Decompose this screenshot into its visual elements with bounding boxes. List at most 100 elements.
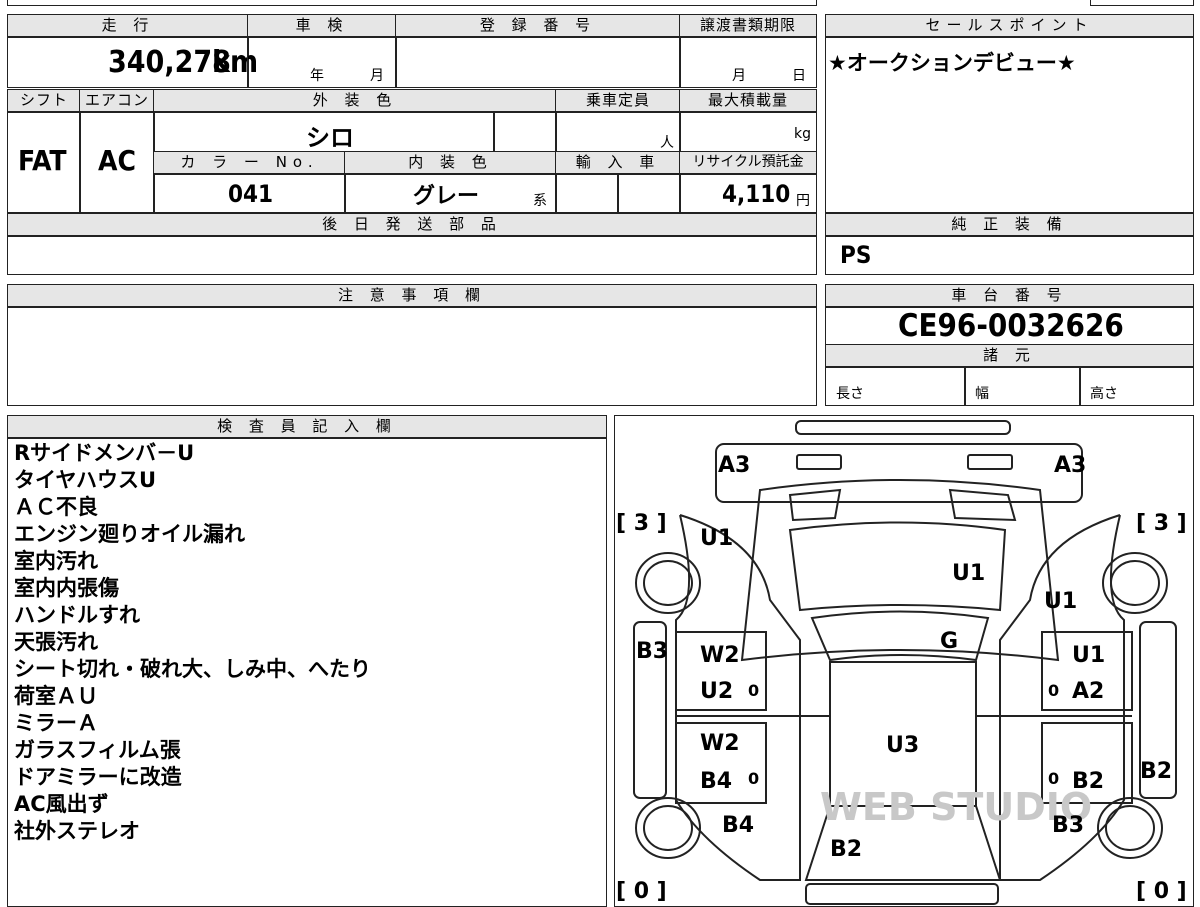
label-w2-lr: W2 [700, 731, 740, 756]
label-u1-rf-door: U1 [1072, 643, 1105, 668]
label-b3-rear: B3 [1052, 813, 1084, 838]
list-item: エンジン廻りオイル漏れ [14, 522, 245, 546]
aircon-header: エアコン [79, 89, 155, 113]
list-item: AC風出ず [14, 792, 109, 816]
max-load-unit: kg [794, 126, 811, 142]
car-diagram-panel: WEB STUDIO A3 A3 [ 3 ] [ 3 ] [ 0 ] [ 0 ]… [614, 415, 1194, 907]
reg-no-cell [395, 36, 681, 88]
max-load-header: 最大積載量 [679, 89, 817, 113]
list-item: シート切れ・破れ大、しみ中、へたり [14, 657, 371, 681]
notes-header: 注 意 事 項 欄 [7, 284, 817, 308]
label-tire-fl: [ 3 ] [616, 511, 667, 536]
label-tire-fr: [ 3 ] [1136, 511, 1187, 536]
capacity-cell: 人 [555, 111, 681, 153]
label-a3-right: A3 [1054, 453, 1086, 478]
label-zero-3: 0 [748, 769, 759, 788]
mileage-cell: 340,278 km [7, 36, 258, 88]
genuine-equip-header: 純 正 装 備 [825, 213, 1194, 237]
chassis-no-value: CE96-0032626 [898, 308, 1124, 344]
label-zero-4: 0 [1048, 769, 1059, 788]
color-no-cell: 041 [153, 173, 346, 213]
list-item: ハンドルすれ [14, 603, 140, 627]
cowl [810, 610, 989, 661]
genuine-equip-value: PS [840, 241, 872, 269]
label-b3-left: B3 [636, 639, 668, 664]
recycle-fee-header: リサイクル預託金 [679, 151, 817, 175]
length-label: 長さ [836, 386, 864, 402]
list-item: 社外ステレオ [14, 819, 140, 843]
label-u2-lf: U2 [700, 679, 733, 704]
shaken-header: 車 検 [247, 14, 397, 38]
exterior-color-cell: シロ [153, 111, 495, 153]
transfer-deadline-header: 譲渡書類期限 [679, 14, 817, 38]
interior-color-value: グレー [413, 184, 480, 209]
length-cell: 長さ [825, 366, 966, 406]
exterior-color-extra-cell [493, 111, 557, 153]
height-label: 高さ [1090, 386, 1118, 402]
label-b2-right: B2 [1140, 759, 1172, 784]
shift-value: FAT [18, 144, 67, 177]
notes-cell [7, 306, 817, 406]
chassis-no-header: 車 台 番 号 [825, 284, 1194, 308]
color-no-header: カ ラ ー No. [153, 151, 346, 175]
height-cell: 高さ [1079, 366, 1194, 406]
label-g-windshield: G [940, 629, 958, 654]
hood-vent-right [948, 488, 1016, 521]
shaken-cell: 年 月 [247, 36, 397, 88]
transfer-day-unit: 日 [792, 68, 806, 84]
label-a3-left: A3 [718, 453, 750, 478]
transfer-deadline-cell: 月 日 [679, 36, 817, 88]
label-b4-lr: B4 [700, 769, 732, 794]
import-header: 輸 入 車 [555, 151, 681, 175]
sales-point-cell: ★オークションデビュー★ [825, 36, 1194, 213]
later-parts-cell [7, 235, 817, 275]
sales-point-header: セールスポイント [825, 14, 1194, 38]
width-label: 幅 [975, 386, 989, 402]
label-zero-2: 0 [1048, 681, 1059, 700]
list-item: ＡＣ不良 [14, 495, 98, 519]
label-w2-lf: W2 [700, 643, 740, 668]
label-a2-rf: A2 [1072, 679, 1104, 704]
color-no-value: 041 [228, 180, 274, 208]
top-right-stub [1090, 0, 1194, 6]
recycle-fee-value: 4,110 [722, 180, 791, 208]
list-item: Rサイドメンバ－U [14, 441, 195, 465]
headlight-left [795, 453, 842, 470]
shift-header: シフト [7, 89, 81, 113]
capacity-header: 乗車定員 [555, 89, 681, 113]
shaken-month-unit: 月 [370, 68, 384, 84]
rear-bumper [804, 882, 999, 905]
label-zero-1: 0 [748, 681, 759, 700]
reg-no-header: 登 録 番 号 [395, 14, 681, 38]
chassis-no-cell: CE96-0032626 [825, 306, 1194, 346]
transfer-month-unit: 月 [732, 68, 746, 84]
label-b4-rear: B4 [722, 813, 754, 838]
recycle-fee-unit: 円 [796, 193, 810, 209]
shift-cell: FAT [7, 111, 81, 213]
capacity-unit: 人 [660, 135, 674, 151]
list-item: 荷室ＡＵ [14, 684, 98, 708]
max-load-cell: kg [679, 111, 817, 153]
list-item: 室内汚れ [14, 549, 98, 573]
sales-point-text: ★オークションデビュー★ [828, 51, 1076, 75]
hood-vent-left [788, 488, 841, 521]
label-u3-roof: U3 [886, 733, 919, 758]
label-b2-back: B2 [830, 837, 862, 862]
top-edge-strip [7, 0, 817, 6]
label-u1-hood: U1 [952, 561, 985, 586]
inspector-notes: Rサイドメンバ－U タイヤハウスU ＡＣ不良 エンジン廻りオイル漏れ 室内汚れ … [7, 437, 607, 907]
width-cell: 幅 [964, 366, 1081, 406]
later-parts-header: 後 日 発 送 部 品 [7, 213, 817, 237]
list-item: タイヤハウスU [14, 468, 157, 492]
inspector-header: 検 査 員 記 入 欄 [7, 415, 607, 439]
list-item: ドアミラーに改造 [14, 765, 182, 789]
label-u1-fl: U1 [700, 526, 733, 551]
exterior-color-value: シロ [306, 124, 354, 152]
list-item: ガラスフィルム張 [14, 738, 181, 762]
label-u1-fr: U1 [1044, 589, 1077, 614]
front-bumper [794, 419, 1011, 435]
headlight-right [966, 453, 1013, 470]
specs-header: 諸 元 [825, 344, 1194, 368]
aircon-value: AC [98, 144, 136, 177]
exterior-color-header: 外 装 色 [153, 89, 557, 113]
